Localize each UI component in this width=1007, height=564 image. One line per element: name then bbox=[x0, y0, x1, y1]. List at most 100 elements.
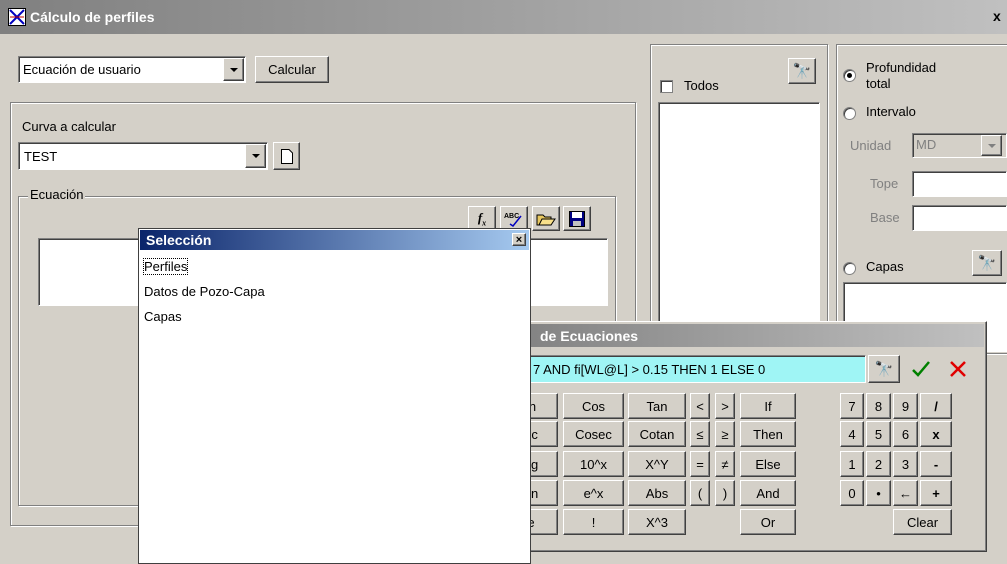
window-title: Cálculo de perfiles bbox=[30, 9, 155, 25]
keypad-k-ne[interactable]: ≠ bbox=[715, 451, 735, 477]
keypad-k-and[interactable]: And bbox=[740, 480, 796, 506]
open-file-button[interactable] bbox=[532, 206, 560, 231]
keypad-k-eq[interactable]: = bbox=[690, 451, 710, 477]
cancel-button[interactable] bbox=[942, 355, 974, 383]
binoculars-icon: 🔭 bbox=[874, 361, 894, 378]
profundidad-label: Profundidad bbox=[866, 60, 937, 75]
expression-search-button[interactable]: 🔭 bbox=[868, 355, 900, 383]
app-icon bbox=[8, 8, 26, 26]
keypad-k-le[interactable]: ≤ bbox=[690, 421, 710, 447]
selection-item-perfiles[interactable]: Perfiles bbox=[142, 258, 189, 275]
base-label: Base bbox=[870, 210, 900, 225]
unidad-label: Unidad bbox=[850, 138, 892, 153]
wells-list[interactable] bbox=[658, 102, 820, 342]
capas-label: Capas bbox=[866, 259, 904, 274]
keypad-k-mul[interactable]: x bbox=[920, 421, 952, 447]
save-icon bbox=[569, 210, 585, 227]
window-close-button[interactable]: x bbox=[993, 8, 1007, 24]
equation-type-dropdown-button[interactable] bbox=[223, 58, 244, 81]
equation-editor-title: de Ecuaciones bbox=[540, 327, 639, 344]
selection-titlebar: Selección × bbox=[140, 230, 529, 250]
new-document-icon bbox=[280, 148, 293, 164]
selection-item-datos-pozo-capa[interactable]: Datos de Pozo-Capa bbox=[144, 284, 265, 299]
tope-label: Tope bbox=[870, 176, 899, 191]
spellcheck-icon: ABC bbox=[504, 213, 522, 227]
window-titlebar: Cálculo de perfiles x bbox=[0, 0, 1007, 34]
check-icon bbox=[912, 361, 930, 377]
tope-input[interactable] bbox=[912, 171, 1007, 197]
keypad-k-2[interactable]: 2 bbox=[866, 451, 891, 477]
todos-label: Todos bbox=[684, 78, 719, 93]
calculate-button[interactable]: Calcular bbox=[255, 56, 329, 83]
save-button[interactable] bbox=[563, 206, 591, 231]
keypad-k-cos[interactable]: Cos bbox=[563, 393, 624, 419]
keypad-k-lt[interactable]: < bbox=[690, 393, 710, 419]
expression-value: 7 AND fi[WL@L] > 0.15 THEN 1 ELSE 0 bbox=[533, 362, 766, 377]
keypad-k-or[interactable]: Or bbox=[740, 509, 796, 535]
svg-text:ABC: ABC bbox=[504, 213, 519, 220]
new-curve-button[interactable] bbox=[273, 142, 300, 170]
keypad-k-abs[interactable]: Abs bbox=[628, 480, 686, 506]
profundidad-label-2: total bbox=[866, 76, 891, 91]
keypad-k-dot[interactable]: • bbox=[866, 480, 891, 506]
keypad-k-clear[interactable]: Clear bbox=[893, 509, 952, 535]
keypad-k-cosec[interactable]: Cosec bbox=[563, 421, 624, 447]
keypad-k-1[interactable]: 1 bbox=[840, 451, 864, 477]
equation-group-label: Ecuación bbox=[28, 187, 86, 202]
keypad-k-xy[interactable]: X^Y bbox=[628, 451, 686, 477]
keypad-k-x3[interactable]: X^3 bbox=[628, 509, 686, 535]
selection-window: Selección × Perfiles Datos de Pozo-Capa … bbox=[138, 228, 531, 564]
curve-dropdown-button[interactable] bbox=[245, 144, 266, 168]
keypad-k-tan[interactable]: Tan bbox=[628, 393, 686, 419]
expression-input[interactable]: 7 AND fi[WL@L] > 0.15 THEN 1 ELSE 0 bbox=[506, 355, 866, 383]
keypad-k-plus[interactable]: + bbox=[920, 480, 952, 506]
keypad-k-fact[interactable]: ! bbox=[563, 509, 624, 535]
keypad-k-10x[interactable]: 10^x bbox=[563, 451, 624, 477]
keypad-k-lpar[interactable]: ( bbox=[690, 480, 710, 506]
keypad-k-ex[interactable]: e^x bbox=[563, 480, 624, 506]
keypad-k-then[interactable]: Then bbox=[740, 421, 796, 447]
keypad-k-rpar[interactable]: ) bbox=[715, 480, 735, 506]
close-icon bbox=[950, 361, 966, 377]
keypad-k-ge[interactable]: ≥ bbox=[715, 421, 735, 447]
keypad-k-back[interactable]: ← bbox=[893, 480, 918, 506]
keypad-k-4[interactable]: 4 bbox=[840, 421, 864, 447]
curve-value: TEST bbox=[24, 149, 58, 164]
chevron-down-icon bbox=[229, 67, 238, 72]
todos-checkbox[interactable] bbox=[660, 80, 673, 93]
keypad-k-7[interactable]: 7 bbox=[840, 393, 864, 419]
equation-type-value: Ecuación de usuario bbox=[23, 62, 141, 77]
binoculars-icon: 🔭 bbox=[977, 255, 997, 272]
base-input[interactable] bbox=[912, 205, 1007, 231]
open-folder-icon bbox=[536, 214, 556, 225]
unidad-select[interactable]: MD bbox=[912, 133, 1007, 158]
equation-type-select[interactable]: Ecuación de usuario bbox=[18, 56, 246, 83]
keypad-k-div[interactable]: / bbox=[920, 393, 952, 419]
curve-select[interactable]: TEST bbox=[18, 142, 268, 170]
keypad-k-else[interactable]: Else bbox=[740, 451, 796, 477]
keypad-k-cotan[interactable]: Cotan bbox=[628, 421, 686, 447]
chevron-down-icon bbox=[251, 154, 260, 158]
equation-editor-titlebar: de Ecuaciones bbox=[503, 324, 984, 347]
keypad-k-0[interactable]: 0 bbox=[840, 480, 864, 506]
unidad-dropdown-button[interactable] bbox=[981, 135, 1002, 156]
wells-search-button[interactable]: 🔭 bbox=[788, 58, 816, 84]
keypad-k-9[interactable]: 9 bbox=[893, 393, 918, 419]
capas-radio[interactable] bbox=[843, 262, 856, 275]
keypad-k-6[interactable]: 6 bbox=[893, 421, 918, 447]
binoculars-icon: 🔭 bbox=[792, 63, 812, 80]
intervalo-radio[interactable] bbox=[843, 107, 856, 120]
keypad-k-if[interactable]: If bbox=[740, 393, 796, 419]
keypad-k-gt[interactable]: > bbox=[715, 393, 735, 419]
keypad-k-3[interactable]: 3 bbox=[893, 451, 918, 477]
intervalo-label: Intervalo bbox=[866, 104, 916, 119]
capas-search-button[interactable]: 🔭 bbox=[972, 250, 1002, 276]
selection-item-capas[interactable]: Capas bbox=[144, 309, 182, 324]
selection-close-button[interactable]: × bbox=[512, 233, 526, 246]
keypad-k-8[interactable]: 8 bbox=[866, 393, 891, 419]
profundidad-radio[interactable] bbox=[843, 69, 856, 82]
ok-button[interactable] bbox=[905, 355, 937, 383]
keypad-k-minus[interactable]: - bbox=[920, 451, 952, 477]
keypad-k-5[interactable]: 5 bbox=[866, 421, 891, 447]
chevron-down-icon bbox=[987, 143, 996, 148]
